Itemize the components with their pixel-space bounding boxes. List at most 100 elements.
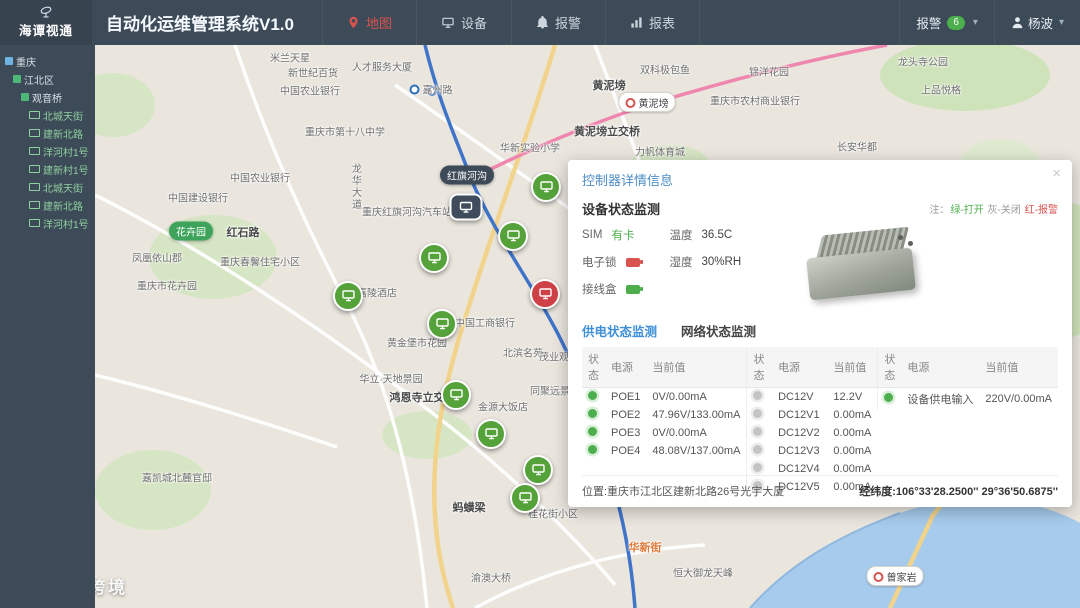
- tree-item-label: 北城天街: [43, 111, 83, 123]
- table-header: 电源: [605, 347, 647, 388]
- power-table-group: 状态 电源 当前值 设备供电输入 220V/0.00mA: [877, 347, 1058, 410]
- nav-label: 地图: [365, 16, 392, 31]
- alarm-bell-icon: [537, 16, 548, 29]
- tree-item[interactable]: 洋河村1号: [3, 142, 92, 160]
- section-title-device-status: 设备状态监测: [582, 202, 661, 217]
- user-menu[interactable]: 杨波 ▾: [993, 0, 1080, 45]
- tree-item[interactable]: 重庆: [3, 52, 92, 70]
- user-name: 杨波: [1027, 17, 1053, 31]
- tree-item[interactable]: 建新北路: [3, 196, 92, 214]
- status-dot: [753, 445, 763, 454]
- tab-network-status[interactable]: 网络状态监测: [681, 321, 756, 340]
- tree-item-label: 重庆: [16, 57, 36, 69]
- device-marker[interactable]: [530, 279, 560, 309]
- sidebar-tree: 重庆 江北区 观音桥 北城天街 建新北路 洋河村1号 建新村1号 北城天街 建新北路 洋河村1号: [3, 52, 92, 232]
- device-marker[interactable]: [419, 243, 449, 273]
- power-table-group: 状态 电源 当前值 DC12V 12.2V DC12V1 0.00mA DC12V2 0.00m…: [746, 347, 878, 496]
- status-item: 接线盒: [582, 281, 643, 297]
- table-header: 电源: [772, 347, 828, 388]
- main-nav: 地图 设备 报警 报表: [321, 0, 701, 45]
- tree-item-label: 洋河村1号: [43, 219, 89, 231]
- status-dot: [753, 463, 763, 472]
- device-marker[interactable]: [476, 419, 506, 449]
- folder-icon: [21, 93, 29, 101]
- nav-item-devices[interactable]: 设备: [416, 0, 511, 45]
- status-item: 温度 36.5C: [669, 229, 733, 242]
- tree-item-label: 建新北路: [43, 201, 83, 213]
- nav-label: 设备: [461, 16, 488, 31]
- folder-icon: [5, 57, 13, 65]
- device-status-block: SIM 有卡 电子锁 接线盒 温度 36.5C 湿度 30%RH: [582, 226, 1058, 311]
- device-icon: [29, 201, 40, 209]
- power-row: POE4 48.08V/137.00mA: [582, 442, 746, 460]
- alarm-count-badge: 6: [947, 15, 965, 30]
- power-row: DC12V 12.2V: [747, 388, 877, 407]
- status-dot: [884, 393, 894, 402]
- table-header: 当前值: [646, 347, 747, 388]
- device-marker[interactable]: [427, 309, 457, 339]
- popup-footer: 位置:重庆市江北区建新北路26号光宇大厦 经纬度:106°33'28.2500'…: [582, 475, 1058, 499]
- chevron-down-icon: ▾: [1058, 17, 1064, 28]
- battery-icon: [625, 284, 643, 294]
- device-icon: [29, 219, 40, 227]
- nav-item-map[interactable]: 地图: [321, 0, 416, 45]
- coordinates-text: 经纬度:106°33'28.2500'' 29°36'50.6875'': [859, 486, 1058, 498]
- status-dot: [588, 427, 597, 436]
- controller-photo: [802, 226, 932, 311]
- table-header: 状态: [582, 347, 605, 388]
- report-chart-icon: [631, 17, 642, 28]
- power-row: POE2 47.96V/133.00mA: [582, 406, 746, 424]
- table-header: 电源: [901, 347, 980, 388]
- tree-item-label: 洋河村1号: [43, 147, 89, 159]
- alarm-menu[interactable]: 报警 6 ▾: [899, 0, 994, 45]
- device-marker[interactable]: [498, 221, 528, 251]
- map-pin-icon: [349, 16, 358, 29]
- device-marker[interactable]: [441, 380, 471, 410]
- tree-item-label: 北城天街: [43, 183, 83, 195]
- chevron-down-icon: ▾: [972, 17, 978, 28]
- power-row: POE1 0V/0.00mA: [582, 388, 746, 407]
- status-dot: [588, 445, 597, 454]
- nav-item-reports[interactable]: 报表: [605, 0, 701, 45]
- device-icon: [29, 129, 40, 137]
- tab-power-status[interactable]: 供电状态监测: [582, 321, 657, 340]
- tree-item[interactable]: 观音桥: [3, 88, 92, 106]
- tree-item[interactable]: 江北区: [3, 70, 92, 88]
- status-dot: [588, 409, 597, 418]
- device-icon: [442, 17, 454, 28]
- power-table: 状态 电源 当前值 POE1 0V/0.00mA POE2 47.96V/133.00mA P…: [582, 347, 1058, 496]
- tree-item-label: 建新北路: [43, 129, 83, 141]
- nav-item-alarms[interactable]: 报警: [511, 0, 605, 45]
- status-dot: [753, 427, 763, 436]
- sidebar: 重庆 江北区 观音桥 北城天街 建新北路 洋河村1号 建新村1号 北城天街 建新北路 洋河村1号: [0, 45, 95, 608]
- device-icon: [29, 111, 40, 119]
- topbar: 海谭视通 自动化运维管理系统V1.0 地图 设备 报警 报表 报警 6 ▾ 杨波…: [0, 0, 1080, 45]
- location-text: 位置:重庆市江北区建新北路26号光宇大厦: [582, 486, 785, 498]
- device-marker[interactable]: [531, 172, 561, 202]
- alarm-menu-label: 报警: [916, 17, 942, 31]
- topbar-right: 报警 6 ▾ 杨波 ▾: [899, 0, 1080, 45]
- status-dot: [588, 391, 597, 400]
- power-row: POE3 0V/0.00mA: [582, 424, 746, 442]
- tree-item-label: 江北区: [24, 75, 54, 87]
- power-row: DC12V1 0.00mA: [747, 406, 877, 424]
- table-header: 状态: [877, 347, 902, 388]
- brand-name: 海谭视通: [18, 24, 73, 38]
- tree-item[interactable]: 北城天街: [3, 106, 92, 124]
- popup-legend: 注：绿-打开 灰-关闭 红-报警: [929, 205, 1058, 216]
- page-title: 自动化运维管理系统V1.0: [106, 15, 294, 34]
- status-dot: [753, 409, 763, 418]
- table-header: 状态: [746, 347, 773, 388]
- device-marker[interactable]: [333, 281, 363, 311]
- tree-item[interactable]: 北城天街: [3, 178, 92, 196]
- tree-item[interactable]: 洋河村1号: [3, 214, 92, 232]
- device-marker[interactable]: [449, 193, 483, 221]
- status-col-right: 温度 36.5C 湿度 30%RH: [670, 227, 742, 297]
- tree-item[interactable]: 建新北路: [3, 124, 92, 142]
- device-marker[interactable]: [523, 455, 553, 485]
- tree-item-label: 观音桥: [32, 93, 62, 105]
- device-marker[interactable]: [510, 483, 540, 513]
- close-icon[interactable]: ×: [1052, 166, 1061, 181]
- brand-logo: 海谭视通: [0, 0, 92, 45]
- tree-item[interactable]: 建新村1号: [3, 160, 92, 178]
